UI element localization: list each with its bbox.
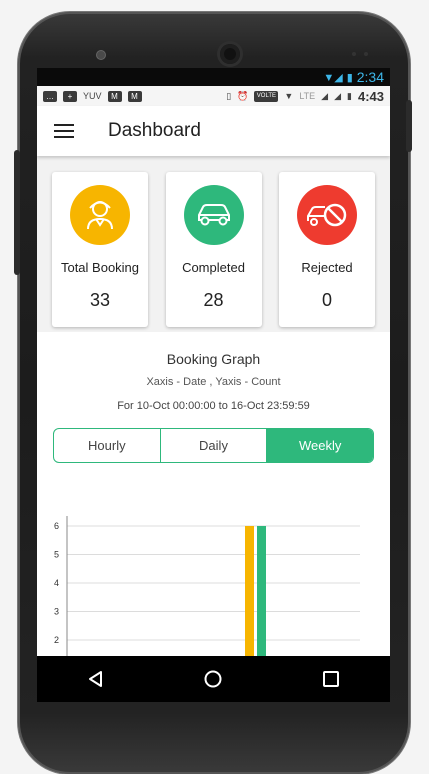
battery-icon: ▮	[346, 71, 353, 84]
tab-hourly[interactable]: Hourly	[54, 429, 161, 462]
period-segmented-control: Hourly Daily Weekly	[53, 428, 374, 463]
card-total-booking[interactable]: Total Booking 33	[52, 172, 148, 327]
mail-icon-2: M	[127, 90, 142, 102]
front-speaker	[97, 51, 105, 59]
y-tick-label: 3	[54, 607, 59, 617]
card-completed[interactable]: Completed 28	[165, 172, 262, 327]
y-tick-label: 4	[54, 578, 59, 588]
wifi-signal-icon: ▼◢	[323, 71, 343, 84]
proximity-sensor	[352, 52, 356, 56]
page-title: Dashboard	[108, 120, 201, 141]
dashboard-content: Total Booking 33 Completed 28 Rejected 0…	[37, 156, 390, 702]
mail-icon: M	[107, 90, 122, 102]
back-icon[interactable]	[76, 664, 116, 694]
signal-icon: ◢	[321, 90, 329, 101]
chat-icon: …	[43, 90, 57, 102]
front-camera	[220, 44, 240, 64]
home-icon[interactable]	[193, 664, 233, 694]
card-label: Rejected	[301, 260, 353, 275]
card-icon-circle	[297, 185, 357, 245]
vibrate-icon: ▯	[226, 90, 232, 101]
card-icon-circle	[70, 185, 130, 245]
car-blocked-icon	[307, 203, 347, 227]
inner-status-bar: … + YUV M M ▯ ⏰ VOLTE ▼ LTE ◢ ◢ ▮ 4:43	[37, 86, 390, 106]
lte-label: LTE	[299, 91, 316, 101]
car-icon	[197, 204, 230, 226]
tab-weekly[interactable]: Weekly	[267, 429, 373, 462]
graph-title: Booking Graph	[166, 351, 261, 367]
hamburger-menu-icon[interactable]	[54, 124, 74, 138]
card-label: Completed	[182, 260, 245, 275]
plus-icon: +	[63, 90, 77, 102]
recent-apps-icon[interactable]	[311, 664, 351, 694]
signal-icon-2: ◢	[334, 90, 342, 101]
summary-cards: Total Booking 33 Completed 28 Rejected 0	[37, 156, 390, 332]
card-rejected[interactable]: Rejected 0	[279, 172, 375, 327]
volte-badge: VOLTE	[254, 90, 279, 102]
y-tick-label: 2	[54, 635, 59, 645]
carrier-label: YUV	[83, 91, 102, 101]
power-button	[406, 100, 412, 152]
inner-clock: 4:43	[357, 88, 384, 104]
card-icon-circle	[183, 185, 244, 245]
alarm-icon: ⏰	[237, 90, 249, 101]
light-sensor	[364, 52, 368, 56]
booking-graph-section: Booking Graph Xaxis - Date , Yaxis - Cou…	[37, 332, 390, 702]
wifi-icon: ▼	[284, 91, 294, 101]
volume-button	[14, 150, 20, 275]
y-tick-label: 5	[54, 550, 59, 560]
graph-date-range: For 10-Oct 00:00:00 to 16-Oct 23:59:59	[117, 400, 310, 412]
tab-daily[interactable]: Daily	[161, 429, 268, 462]
card-count: 0	[321, 290, 332, 310]
driver-icon	[87, 201, 113, 230]
screen: ▼◢ ▮ 2:34 … + YUV M M ▯ ⏰ VOLTE ▼ LTE ◢ …	[37, 68, 390, 702]
outer-status-bar: ▼◢ ▮ 2:34	[37, 68, 390, 86]
card-label: Total Booking	[60, 260, 140, 275]
card-count: 33	[89, 290, 111, 310]
graph-subtitle: Xaxis - Date , Yaxis - Count	[146, 376, 281, 388]
android-nav-bar	[37, 656, 390, 702]
app-bar: Dashboard	[37, 106, 390, 156]
battery-charging-icon: ▮	[347, 90, 352, 101]
outer-clock: 2:34	[356, 69, 384, 85]
y-tick-label: 6	[54, 521, 59, 531]
card-count: 28	[203, 290, 224, 310]
